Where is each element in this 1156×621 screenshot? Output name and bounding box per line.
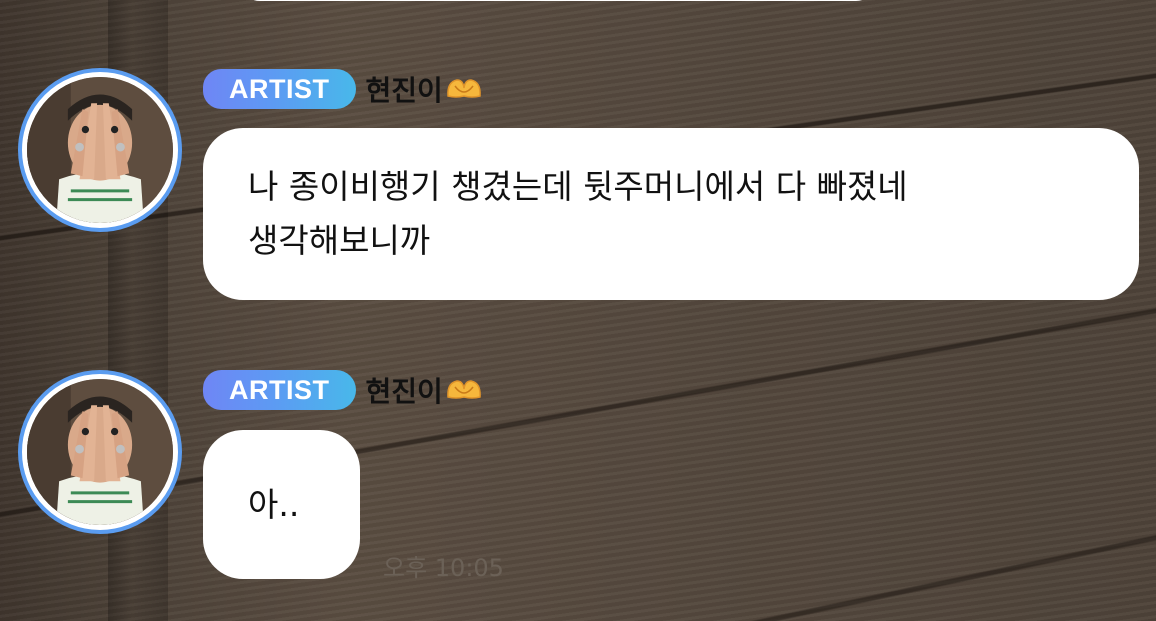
message-timestamp: 오후 10:05 (383, 554, 504, 582)
message-bubble[interactable]: 아.. (203, 430, 360, 579)
message-line: 아.. (248, 484, 300, 524)
sender-name-text: 현진이 (365, 375, 443, 408)
sender-name-text: 현진이 (365, 74, 443, 107)
artist-badge: ARTIST (203, 69, 356, 109)
message-header: ARTIST 현진이 (203, 369, 483, 411)
heart-hands-icon (445, 375, 483, 405)
sender-name[interactable]: 현진이 (366, 370, 483, 410)
message-bubble[interactable]: 나 종이비행기 챙겼는데 뒷주머니에서 다 빠졌네 생각해보니까 (203, 128, 1139, 300)
heart-hands-icon (445, 74, 483, 104)
avatar[interactable] (18, 370, 182, 534)
artist-badge: ARTIST (203, 370, 356, 410)
previous-message-bubble (240, 0, 876, 1)
avatar[interactable] (18, 68, 182, 232)
message-header: ARTIST 현진이 (203, 68, 483, 110)
sender-name[interactable]: 현진이 (366, 69, 483, 109)
avatar-photo (27, 379, 173, 525)
avatar-photo (27, 77, 173, 223)
message-line: 생각해보니까 (248, 221, 431, 260)
message-line: 나 종이비행기 챙겼는데 뒷주머니에서 다 빠졌네 (248, 167, 908, 206)
